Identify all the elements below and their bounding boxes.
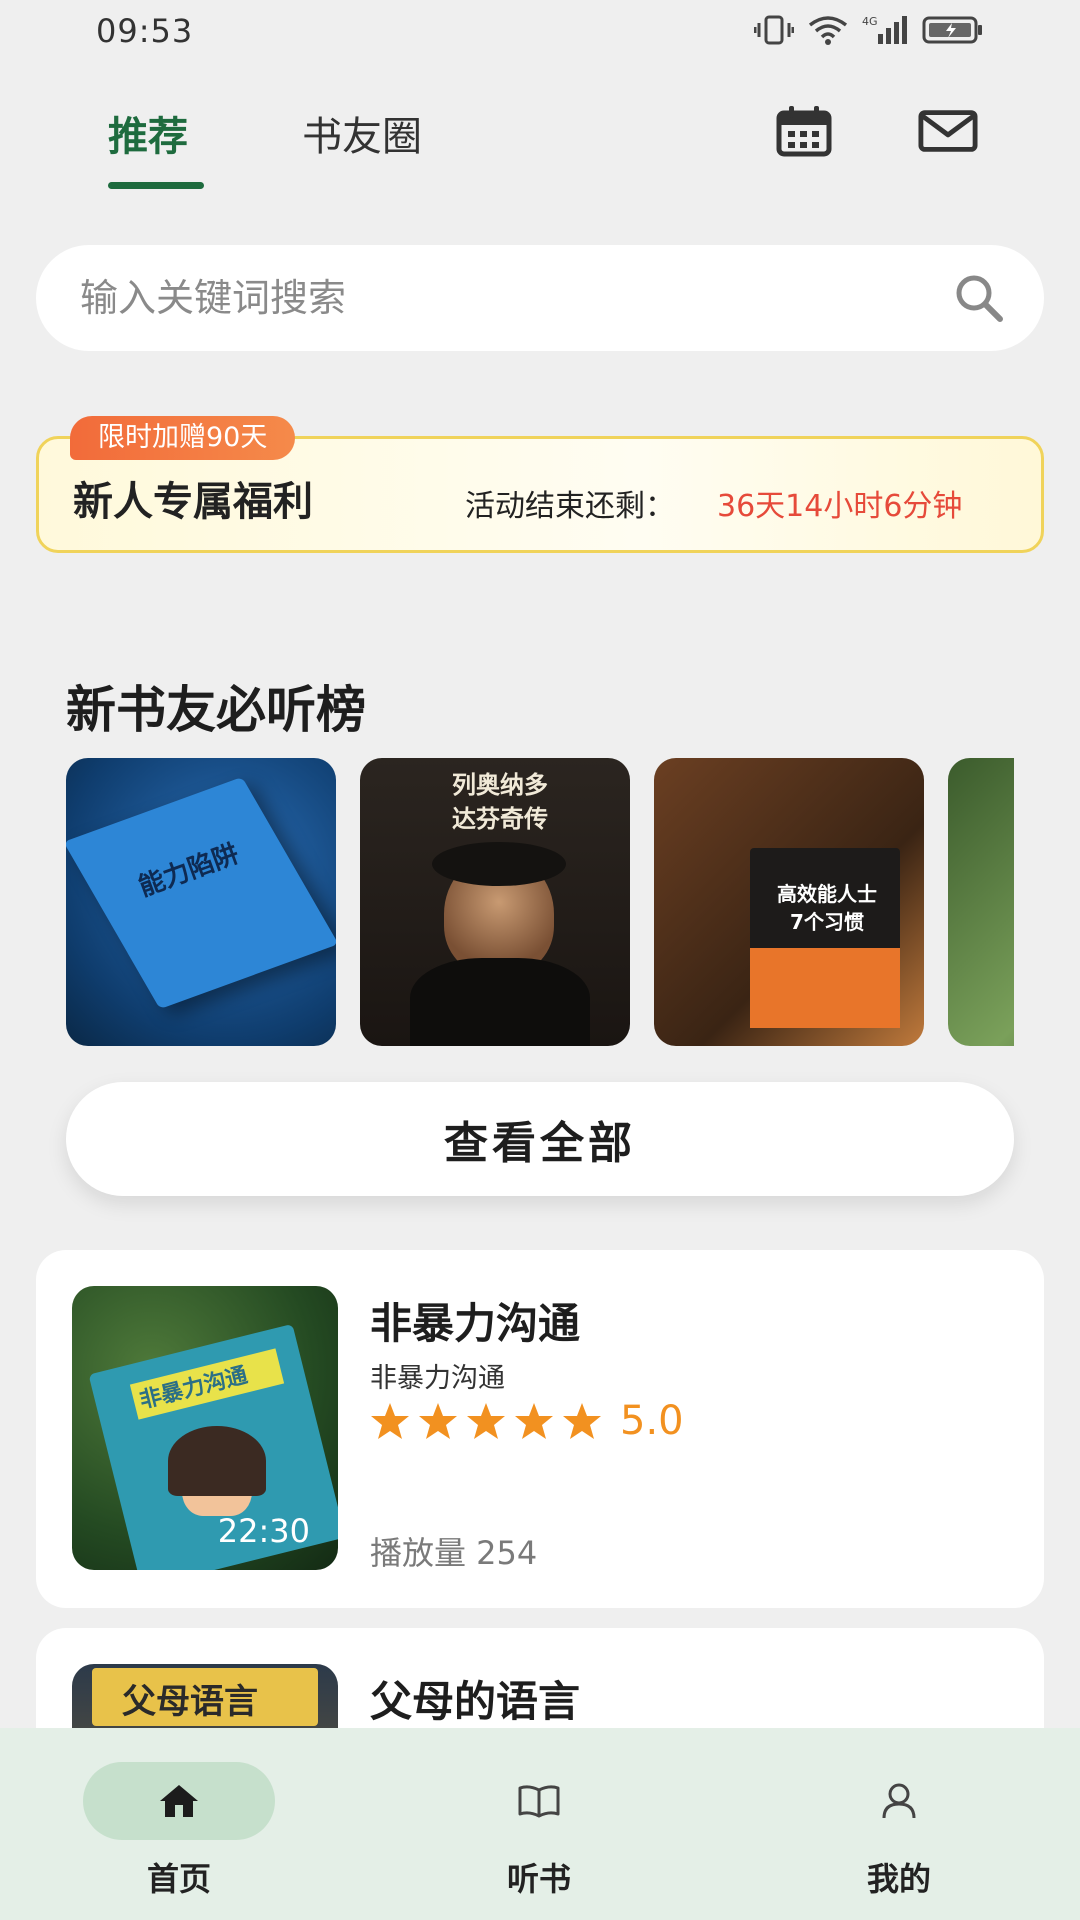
- rating-stars: 5.0: [370, 1398, 684, 1444]
- tab-reader-circle[interactable]: 书友圈: [302, 104, 422, 162]
- search-icon[interactable]: [952, 271, 1006, 325]
- cover-title: 列奥纳多 达芬奇传: [452, 771, 548, 833]
- search-bar: [36, 245, 1044, 351]
- nav-label: 首页: [146, 1860, 211, 1898]
- status-bar: 09:53 4G: [0, 0, 1080, 64]
- play-count: 播放量 254: [370, 1534, 538, 1572]
- battery-charging-icon: [922, 15, 984, 45]
- status-icons: 4G: [754, 14, 984, 46]
- star-icon: [467, 1403, 505, 1439]
- audio-duration: 22:30: [217, 1512, 310, 1550]
- active-tab-indicator: [108, 182, 204, 189]
- promo-title: 新人专属福利: [73, 479, 313, 525]
- audiobook-cover: 非暴力沟通 22:30: [72, 1286, 338, 1570]
- network-type: 4G: [862, 15, 878, 28]
- book-cover[interactable]: 列奥纳多 达芬奇传: [360, 758, 630, 1046]
- promo-tag: 限时加赠90天: [70, 416, 296, 460]
- user-icon: [882, 1783, 916, 1819]
- book-icon: [518, 1785, 560, 1818]
- item-title: 非暴力沟通: [370, 1299, 581, 1348]
- top-header: 推荐 书友圈: [0, 90, 1080, 200]
- view-all-button[interactable]: 查看全部: [66, 1082, 1014, 1196]
- cover-title: 父母语言: [122, 1682, 258, 1722]
- vibrate-icon: [754, 14, 794, 46]
- book-carousel[interactable]: 能力陷阱 列奥纳多 达芬奇传 高效能人士 7个习惯: [66, 758, 1014, 1048]
- book-cover[interactable]: 高效能人士 7个习惯: [654, 758, 924, 1046]
- nav-home-active-pill: [83, 1762, 275, 1840]
- audiobook-list-item[interactable]: 非暴力沟通 22:30 非暴力沟通 非暴力沟通 5.0 播放量 254: [36, 1250, 1044, 1608]
- mail-button[interactable]: [918, 104, 978, 158]
- cover-title: 高效能人士 7个习惯: [777, 882, 877, 934]
- calendar-icon: [776, 106, 832, 157]
- promo-countdown-label: 活动结束还剩：: [465, 489, 675, 524]
- star-icon: [419, 1403, 457, 1439]
- star-icon: [563, 1403, 601, 1439]
- tab-recommend[interactable]: 推荐: [108, 104, 188, 162]
- promo-countdown-value: 36天14小时6分钟: [717, 489, 963, 524]
- rating-value: 5.0: [620, 1398, 684, 1444]
- nav-mine[interactable]: 我的: [804, 1762, 994, 1902]
- item-subtitle: 非暴力沟通: [370, 1363, 505, 1394]
- item-title: 父母的语言: [370, 1677, 581, 1726]
- nav-home[interactable]: 首页: [83, 1762, 275, 1902]
- cellular-signal-icon: 4G: [862, 14, 908, 46]
- star-icon: [371, 1403, 409, 1439]
- nav-label: 听书: [506, 1860, 571, 1898]
- book-cover[interactable]: 能力陷阱: [66, 758, 336, 1046]
- search-input[interactable]: [80, 245, 940, 351]
- calendar-button[interactable]: [774, 104, 834, 158]
- star-icon: [515, 1403, 553, 1439]
- section-title: 新书友必听榜: [66, 681, 366, 739]
- status-time: 09:53: [96, 12, 194, 50]
- mail-icon: [918, 110, 978, 152]
- nav-label: 我的: [866, 1860, 931, 1898]
- home-icon: [160, 1785, 198, 1817]
- wifi-icon: [808, 15, 848, 45]
- nav-listen[interactable]: 听书: [444, 1762, 634, 1902]
- bottom-navigation: 首页 听书 我的: [0, 1728, 1080, 1920]
- book-cover[interactable]: [948, 758, 1014, 1046]
